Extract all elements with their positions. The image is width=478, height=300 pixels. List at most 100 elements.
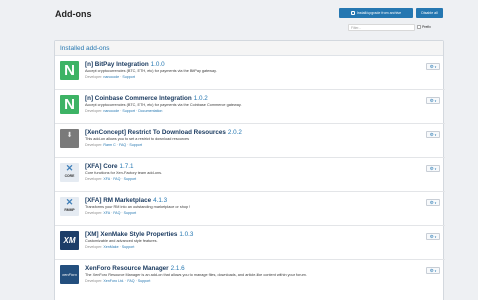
addon-title[interactable]: XenForo Resource Manager 2.1.6 [85,265,185,272]
nanocode-logo-icon: N [60,61,79,80]
developer-prefix: Developer: [85,279,103,283]
addon-title[interactable]: [XFA] RM Marketplace 4.1.3 [85,197,167,204]
disable-all-button[interactable]: Disable all [416,8,443,18]
addon-name[interactable]: XenForo Resource Manager [85,265,169,272]
support-link[interactable]: Support [138,279,151,283]
addon-version: 1.0.3 [179,231,194,238]
addon-version: 1.7.1 [119,163,134,170]
install-upgrade-button[interactable]: ↑ Install/upgrade from archive [339,8,413,18]
addon-name[interactable]: [n] Coinbase Commerce Integration [85,95,192,102]
addon-description: Accept cryptocurrencies (BTC, ETH, etc) … [85,69,217,73]
separator: · [121,177,123,181]
addon-options-button[interactable]: ⚙ ▾ [426,233,440,240]
chevron-down-icon: ▾ [434,132,437,137]
addon-row: N [n] Coinbase Commerce Integration 1.0.2… [55,91,445,124]
addon-version: 1.0.0 [150,61,165,68]
addon-row: xenForo XenForo Resource Manager 2.1.6 Th… [55,261,445,294]
gear-icon: ⚙ [429,165,434,171]
addon-meta: Developer: XenForo Ltd. · FAQ · Support [85,279,150,283]
chevron-down-icon: ▾ [434,166,437,171]
addon-row: XM [XM] XenMake Style Properties 1.0.3 Cu… [55,227,445,260]
developer-link[interactable]: XFA [103,177,110,181]
developer-prefix: Developer: [85,75,103,79]
addon-options-button[interactable]: ⚙ ▾ [426,97,440,104]
chevron-down-icon: ▾ [434,200,437,205]
chevron-down-icon: ▾ [434,268,437,273]
panel-header: Installed add-ons [55,41,443,56]
addon-meta: Developer: XFA · FAQ · Support [85,211,136,215]
addon-description: Transforms your RM into an outstanding m… [85,205,191,209]
addon-name[interactable]: [n] BitPay Integration [85,61,149,68]
gear-icon: ⚙ [429,131,434,137]
addon-row: ✕ RMMP [XFA] RM Marketplace 4.1.3 Transfo… [55,193,445,226]
developer-prefix: Developer: [85,143,103,147]
filter-input[interactable]: Filter... [348,24,415,31]
panel-title: Installed add-ons [60,44,110,52]
addon-title[interactable]: [n] BitPay Integration 1.0.0 [85,61,165,68]
addon-name[interactable]: [XM] XenMake Style Properties [85,231,177,238]
gear-icon: ⚙ [429,199,434,205]
logo-text: RMMP [64,208,75,212]
developer-prefix: Developer: [85,109,103,113]
download-icon: ⬇ [60,129,79,148]
prefix-label: Prefix [422,25,431,29]
chevron-down-icon: ▾ [434,98,437,103]
addon-description: This add-on allows you to set a restrict… [85,137,190,141]
developer-prefix: Developer: [85,211,103,215]
addon-name[interactable]: [XFA] RM Marketplace [85,197,151,204]
gear-icon: ⚙ [429,233,434,239]
addon-options-button[interactable]: ⚙ ▾ [426,63,440,70]
support-link[interactable]: Support [124,177,137,181]
addon-description: The XenForo Resource Manager is an add-o… [85,273,307,277]
addon-row: N [n] BitPay Integration 1.0.0 Accept cry… [55,57,445,90]
addon-title[interactable]: [XenConcept] Restrict To Download Resour… [85,129,242,136]
addon-options-button[interactable]: ⚙ ▾ [426,165,440,172]
developer-link[interactable]: nanocode [103,75,119,79]
addon-name[interactable]: [XenConcept] Restrict To Download Resour… [85,129,226,136]
developer-link[interactable]: XenForo Ltd. [103,279,124,283]
logo-text: CORE [64,174,75,178]
developer-link[interactable]: nanocode [103,109,119,113]
addon-meta: Developer: XFA · FAQ · Support [85,177,136,181]
documentation-link[interactable]: Documentation [138,109,162,113]
faq-link[interactable]: FAQ [113,177,120,181]
separator: · [121,211,123,215]
addon-description: Customizable and advanced style features… [85,239,158,243]
support-link[interactable]: Support [129,143,142,147]
faq-link[interactable]: FAQ [119,143,126,147]
addon-row: ⬇ [XenConcept] Restrict To Download Reso… [55,125,445,158]
addon-options-button[interactable]: ⚙ ▾ [426,199,440,206]
separator: · [119,245,121,249]
addon-meta: Developer: XenMake · Support [85,245,134,249]
faq-link[interactable]: FAQ [113,211,120,215]
installed-addons-panel: Installed add-ons N [n] BitPay Integrati… [54,40,445,300]
addon-version: 2.0.2 [227,129,242,136]
page-title: Add-ons [55,9,92,19]
support-link[interactable]: Support [124,211,137,215]
xenforo-logo-icon: xenForo [60,265,79,284]
prefix-toggle[interactable]: Prefix [417,25,431,29]
xenmake-logo-icon: XM [60,231,79,250]
addon-title[interactable]: [n] Coinbase Commerce Integration 1.0.2 [85,95,208,102]
developer-prefix: Developer: [85,245,103,249]
support-link[interactable]: Support [122,245,135,249]
xfa-rmmp-logo-icon: ✕ RMMP [60,197,79,216]
addon-name[interactable]: [XFA] Core [85,163,118,170]
addon-options-button[interactable]: ⚙ ▾ [426,131,440,138]
faq-link[interactable]: FAQ [127,279,134,283]
support-link[interactable]: Support [122,75,135,79]
install-upgrade-label: Install/upgrade from archive [356,11,402,15]
separator: · [116,143,118,147]
addon-title[interactable]: [XM] XenMake Style Properties 1.0.3 [85,231,193,238]
developer-link[interactable]: XFA [103,211,110,215]
gear-icon: ⚙ [429,97,434,103]
addon-title[interactable]: [XFA] Core 1.7.1 [85,163,134,170]
download-arrow-icon: ⬇ [66,132,73,139]
addon-meta: Developer: nanocode · Support · Document… [85,109,162,113]
developer-link[interactable]: Rarm C [103,143,115,147]
addon-options-button[interactable]: ⚙ ▾ [426,267,440,274]
support-link[interactable]: Support [122,109,135,113]
addon-version: 2.1.6 [170,265,185,272]
prefix-checkbox[interactable] [417,25,421,29]
developer-link[interactable]: XenMake [103,245,118,249]
